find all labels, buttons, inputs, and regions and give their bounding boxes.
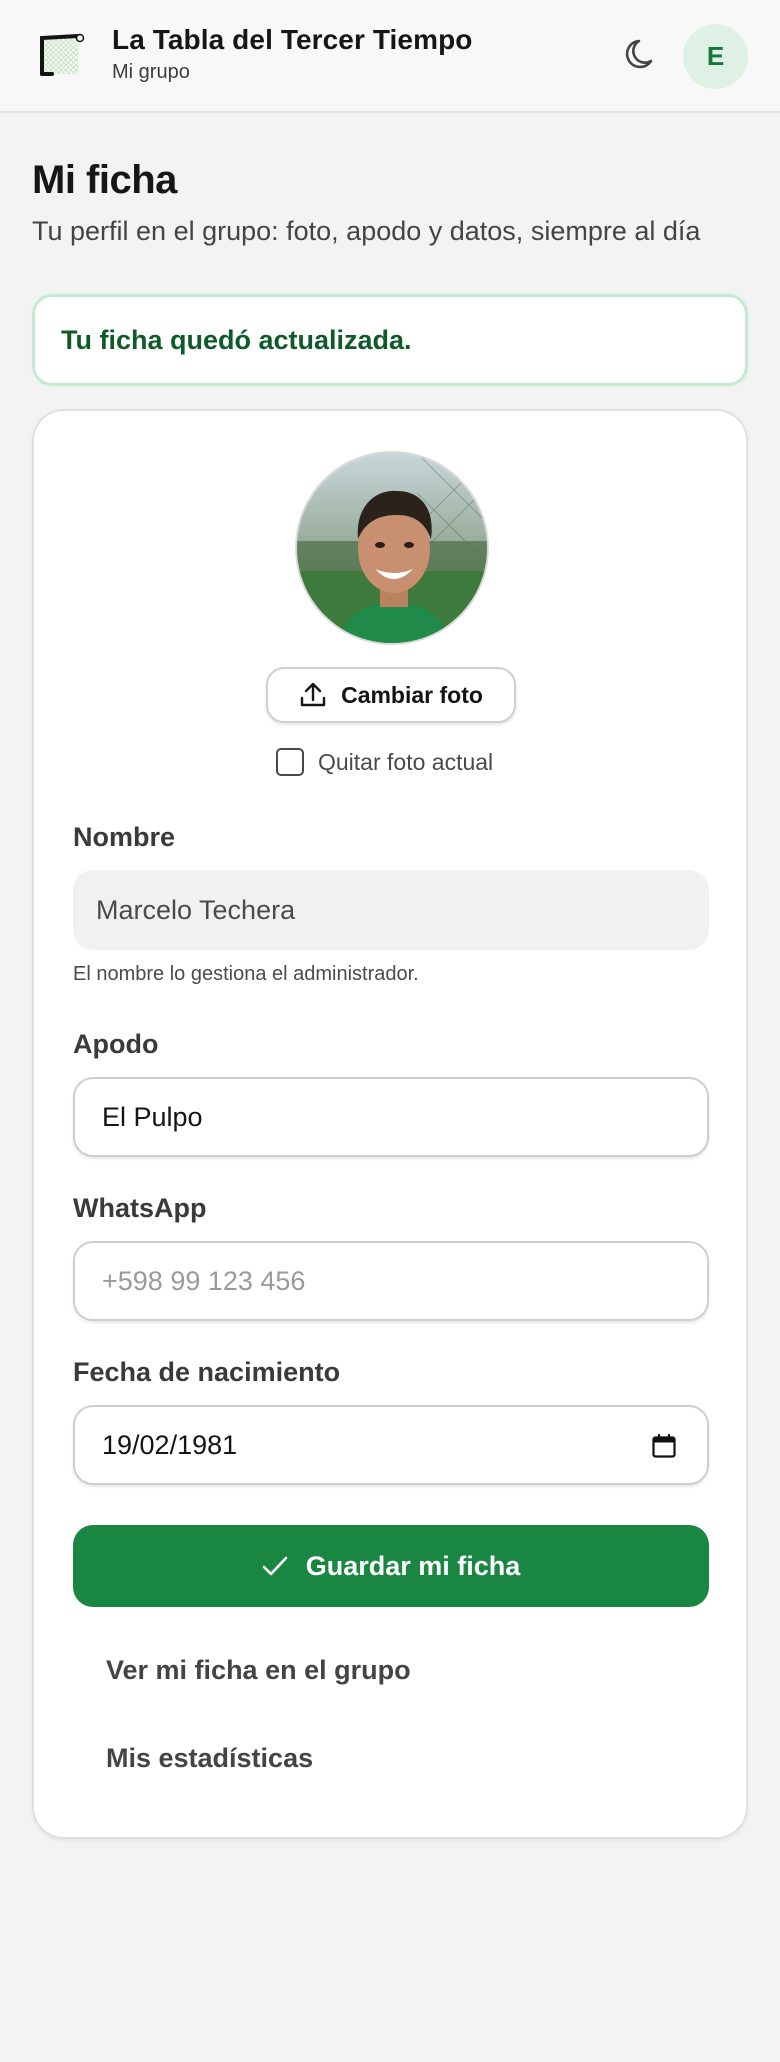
calendar-icon[interactable]: [651, 1433, 677, 1459]
birthdate-field[interactable]: 19/02/1981: [73, 1405, 709, 1485]
name-label: Nombre: [73, 822, 176, 852]
app-title: La Tabla del Tercer Tiempo: [112, 24, 473, 55]
nickname-label: Apodo: [73, 1029, 159, 1059]
profile-card: Cambiar foto Quitar foto actual Nombre M…: [32, 409, 748, 1839]
user-avatar-button[interactable]: E: [683, 24, 748, 89]
top-bar: La Tabla del Tercer Tiempo Mi grupo E: [0, 0, 780, 113]
whatsapp-input[interactable]: [102, 1243, 707, 1319]
page-title: Mi ficha: [32, 158, 177, 202]
save-profile-label: Guardar mi ficha: [305, 1550, 521, 1581]
view-group-profile-link[interactable]: Ver mi ficha en el grupo: [106, 1655, 411, 1686]
profile-photo: [295, 451, 489, 645]
remove-photo-option[interactable]: Quitar foto actual: [276, 747, 493, 777]
my-stats-link[interactable]: Mis estadísticas: [106, 1743, 313, 1774]
name-field: Marcelo Techera: [73, 870, 709, 950]
change-photo-button[interactable]: Cambiar foto: [266, 667, 516, 723]
change-photo-label: Cambiar foto: [341, 681, 483, 708]
app-subtitle: Mi grupo: [112, 61, 190, 83]
checkmark-icon: [262, 1556, 288, 1576]
name-value: Marcelo Techera: [96, 894, 296, 925]
goal-net-icon[interactable]: [36, 30, 90, 80]
birthdate-value: 19/02/1981: [102, 1429, 238, 1460]
moon-icon: [625, 39, 653, 69]
remove-photo-checkbox[interactable]: [276, 748, 304, 776]
save-profile-button[interactable]: Guardar mi ficha: [73, 1525, 709, 1607]
success-alert: Tu ficha quedó actualizada.: [32, 294, 748, 386]
whatsapp-field[interactable]: [73, 1241, 709, 1321]
name-hint: El nombre lo gestiona el administrador.: [73, 963, 419, 985]
page-subtitle: Tu perfil en el grupo: foto, apodo y dat…: [32, 216, 701, 246]
birthdate-label: Fecha de nacimiento: [73, 1357, 341, 1387]
remove-photo-label: Quitar foto actual: [318, 748, 494, 775]
success-alert-message: Tu ficha quedó actualizada.: [61, 325, 412, 355]
whatsapp-label: WhatsApp: [73, 1193, 207, 1223]
theme-toggle-button[interactable]: [616, 30, 666, 80]
nickname-field[interactable]: [73, 1077, 709, 1157]
nickname-input[interactable]: [102, 1079, 707, 1155]
upload-icon: [300, 682, 326, 707]
